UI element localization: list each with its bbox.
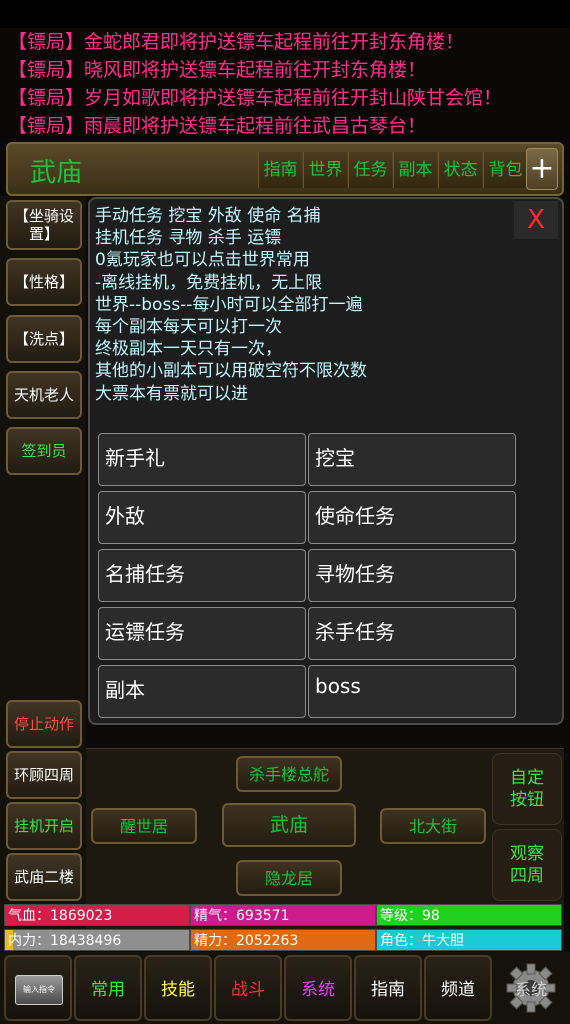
tab-guide[interactable]: 指南 <box>258 152 302 188</box>
tab-status[interactable]: 状态 <box>438 152 482 188</box>
option-newbie-gift[interactable]: 新手礼 <box>98 433 306 486</box>
plus-button[interactable]: + <box>526 148 558 190</box>
auto-play-button[interactable]: 挂机开启 <box>6 802 82 850</box>
tab-dungeon[interactable]: 副本 <box>393 152 437 188</box>
observe-button-label: 观察四周 <box>510 844 544 886</box>
hp-stat: 气血：1869023 <box>4 904 190 926</box>
jingqi-stat: 精气：693571 <box>190 904 376 926</box>
option-mission-quest[interactable]: 使命任务 <box>308 491 516 544</box>
description-line: 0氪玩家也可以点击世界常用 <box>95 250 310 271</box>
guide-button[interactable]: 指南 <box>354 955 422 1021</box>
gear-icon-graphic: 系统 <box>506 963 556 1013</box>
quest-dialog: X 手动任务 挖宝 外敌 使命 名捕 挂机任务 寻物 杀手 运镖 0氪玩家也可以… <box>88 197 564 725</box>
close-button[interactable]: X <box>514 201 558 239</box>
option-escort-quest[interactable]: 运镖任务 <box>98 607 306 660</box>
gear-icon[interactable]: 系统 <box>495 955 567 1021</box>
description-line: 终极副本一天只有一次， <box>95 339 282 360</box>
stop-action-button[interactable]: 停止动作 <box>6 700 82 748</box>
announcement-panel: 【镖局】金蛇郎君即将护送镖车起程前往开封东角楼！ 【镖局】晓风即将护送镖车起程前… <box>0 0 570 140</box>
common-button[interactable]: 常用 <box>74 955 142 1021</box>
option-dungeon[interactable]: 副本 <box>98 665 306 718</box>
skills-button[interactable]: 技能 <box>144 955 212 1021</box>
exit-south-button[interactable]: 隐龙居 <box>236 860 342 896</box>
exit-west-button[interactable]: 醒世居 <box>91 808 197 844</box>
announcement-line: 【镖局】金蛇郎君即将护送镖车起程前往开封东角楼！ <box>8 31 465 53</box>
status-strip <box>0 0 570 28</box>
option-treasure-dig[interactable]: 挖宝 <box>308 433 516 486</box>
custom-button[interactable]: 自定按钮 <box>492 753 562 825</box>
description-line: 手动任务 挖宝 外敌 使命 名捕 <box>95 206 321 226</box>
option-bounty-quest[interactable]: 名捕任务 <box>98 549 306 602</box>
description-line: 挂机任务 寻物 杀手 运镖 <box>95 228 282 249</box>
personality-button[interactable]: 【性格】 <box>6 258 82 306</box>
level-stat: 等级：98 <box>376 904 562 926</box>
custom-button-label: 自定按钮 <box>510 768 544 810</box>
announcement-line: 【镖局】晓风即将护送镖车起程前往开封东角楼！ <box>8 59 427 81</box>
npc-signin-button[interactable]: 签到员 <box>6 427 82 475</box>
description-line: -离线挂机，免费挂机，无上限 <box>95 272 323 293</box>
npc-tianji-button[interactable]: 天机老人 <box>6 371 82 419</box>
command-input-label: 输入指令 <box>15 975 63 1005</box>
tab-quest[interactable]: 任务 <box>348 152 392 188</box>
exit-upstairs-button[interactable]: 武庙二楼 <box>6 853 82 901</box>
option-boss[interactable]: boss <box>308 665 516 718</box>
announcement-line: 【镖局】雨晨即将护送镖车起程前往武昌古琴台！ <box>8 115 427 137</box>
tab-bag[interactable]: 背包 <box>483 152 527 188</box>
channel-button[interactable]: 频道 <box>424 955 492 1021</box>
quest-options-grid: 新手礼 挖宝 外敌 使命任务 名捕任务 寻物任务 运镖任务 杀手任务 副本 bo… <box>98 433 516 718</box>
option-find-item-quest[interactable]: 寻物任务 <box>308 549 516 602</box>
neili-stat: 内力：18438496 <box>4 929 190 951</box>
system-button[interactable]: 系统 <box>284 955 352 1021</box>
current-location-button[interactable]: 武庙 <box>222 803 356 847</box>
exit-north-button[interactable]: 杀手楼总舵 <box>236 756 342 792</box>
announcement-line: 【镖局】岁月如歌即将护送镖车起程前往开封山陕甘会馆！ <box>8 87 503 109</box>
description-line: 其他的小副本可以用破空符不限次数 <box>95 361 367 382</box>
description-line: 世界--boss--每小时可以全部打一遍 <box>95 294 363 315</box>
dialog-description: 手动任务 挖宝 外敌 使命 名捕 挂机任务 寻物 杀手 运镖 0氪玩家也可以点击… <box>95 205 505 405</box>
option-assassin-quest[interactable]: 杀手任务 <box>308 607 516 660</box>
combat-button[interactable]: 战斗 <box>214 955 282 1021</box>
jingli-stat: 精力：2052263 <box>190 929 376 951</box>
role-stat: 角色：牛大胆 <box>376 929 562 951</box>
top-nav-bar: 武庙 指南 世界 任务 副本 状态 背包 + <box>6 142 564 196</box>
bottom-toolbar: 输入指令 常用 技能 战斗 系统 指南 频道 系统 <box>0 952 570 1024</box>
scene-title: 武庙 <box>30 158 83 188</box>
nav-tabs: 指南 世界 任务 副本 状态 背包 <box>258 152 528 188</box>
command-input-button[interactable]: 输入指令 <box>4 955 72 1021</box>
reset-points-button[interactable]: 【洗点】 <box>6 315 82 363</box>
description-line: 每个副本每天可以打一次 <box>95 317 282 338</box>
mount-settings-button[interactable]: 【坐骑设置】 <box>6 200 82 250</box>
option-invader[interactable]: 外敌 <box>98 491 306 544</box>
observe-button[interactable]: 观察四周 <box>492 829 562 901</box>
description-line: 大票本有票就可以进 <box>95 383 248 404</box>
exit-east-button[interactable]: 北大街 <box>380 808 486 844</box>
tab-world[interactable]: 世界 <box>303 152 347 188</box>
gear-label: 系统 <box>515 980 547 999</box>
look-around-button[interactable]: 环顾四周 <box>6 751 82 799</box>
